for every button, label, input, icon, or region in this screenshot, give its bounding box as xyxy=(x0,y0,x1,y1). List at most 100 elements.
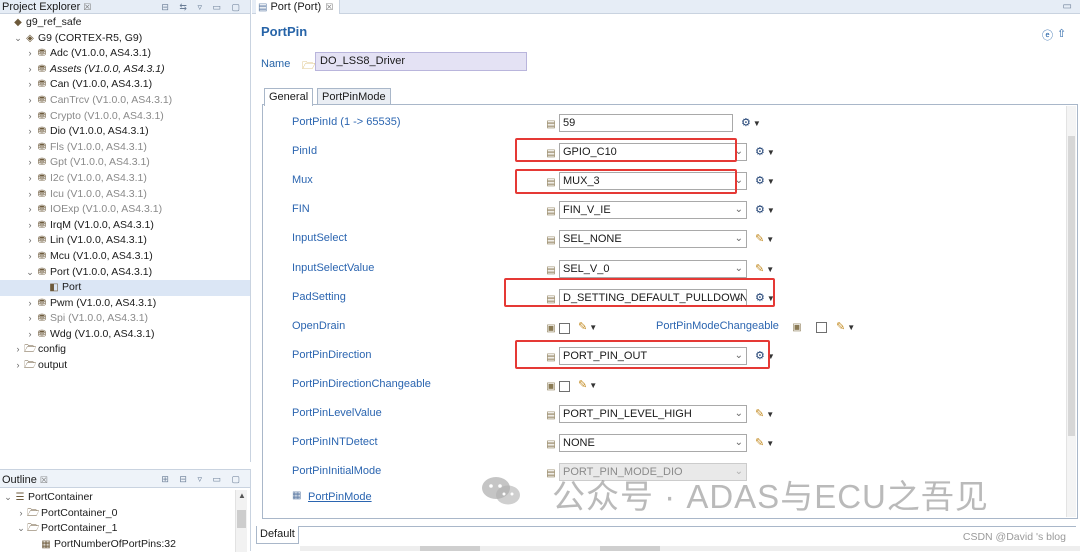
pe-item-lin-v1-0-0-as4-3-1[interactable]: › ⛃ Lin (V1.0.0, AS4.3.1) xyxy=(0,233,250,249)
pe-item-fls-v1-0-0-as4-3-1[interactable]: › ⛃ Fls (V1.0.0, AS4.3.1) xyxy=(0,140,250,156)
inputselectvalue-combo[interactable]: SEL_V_0 ⌄ xyxy=(559,259,747,278)
tab-portpinmode[interactable]: PortPinMode xyxy=(317,88,391,105)
outline-toolbar-icons[interactable]: ⊞ ⊟ ▿ ▭ ▢ xyxy=(161,472,244,486)
ol-item-portcontainer-1[interactable]: ⌄ 🗁 PortContainer_1 xyxy=(0,521,250,537)
horizontal-scrollbar[interactable] xyxy=(300,546,1080,551)
outline-tab[interactable]: Outline ☒ xyxy=(2,473,48,487)
portpinlevelvalue-combo[interactable]: PORT_PIN_LEVEL_HIGH ⌄ xyxy=(559,405,747,423)
pe-item-crypto-v1-0-0-as4-3-1[interactable]: › ⛃ Crypto (V1.0.0, AS4.3.1) xyxy=(0,109,250,125)
chevron-right-icon[interactable]: › xyxy=(25,93,35,109)
chevron-right-icon[interactable]: › xyxy=(25,46,35,62)
tab-default[interactable]: Default xyxy=(256,526,299,544)
ol-item-portcontainer[interactable]: ⌄ ☰ PortContainer xyxy=(0,490,250,506)
calculate-action-button[interactable]: ⚙ ▼ xyxy=(741,116,761,129)
portpindirectionchangeable-checkbox[interactable] xyxy=(559,380,570,392)
close-icon[interactable]: ☒ xyxy=(325,2,333,12)
chevron-right-icon[interactable]: › xyxy=(25,171,35,187)
close-icon[interactable]: ☒ xyxy=(83,2,91,12)
info-icon[interactable]: ⓔ xyxy=(1042,27,1053,43)
portpinintdetect-combo[interactable]: NONE ⌄ xyxy=(559,434,747,453)
edit-action-button[interactable]: ✎ ▼ xyxy=(578,378,597,391)
chevron-right-icon[interactable]: › xyxy=(25,233,35,249)
pe-item-icu-v1-0-0-as4-3-1[interactable]: › ⛃ Icu (V1.0.0, AS4.3.1) xyxy=(0,187,250,203)
panel-scrollbar[interactable] xyxy=(1066,106,1076,517)
chevron-down-icon[interactable]: ⌄ xyxy=(13,31,23,47)
pe-item-irqm-v1-0-0-as4-3-1[interactable]: › ⛃ IrqM (V1.0.0, AS4.3.1) xyxy=(0,218,250,234)
chevron-right-icon[interactable]: › xyxy=(25,187,35,203)
outline-view: Outline ☒ ⊞ ⊟ ▿ ▭ ▢ ⌄ ☰ PortContainer › 🗁 Port… xyxy=(0,469,251,552)
tab-general[interactable]: General xyxy=(264,88,314,106)
pe-item-g9-cortex-r5-g9[interactable]: ⌄ ◈ G9 (CORTEX-R5, G9) xyxy=(0,31,250,47)
home-icon[interactable]: ⇧ xyxy=(1057,27,1066,40)
chevron-right-icon[interactable]: › xyxy=(25,155,35,171)
pe-item-port-v1-0-0-as4-3-1[interactable]: ⌄ ⛃ Port (V1.0.0, AS4.3.1) xyxy=(0,265,250,281)
calculate-action-button[interactable]: ⚙ ▼ xyxy=(755,174,775,187)
pe-item-port[interactable]: ◧ Port xyxy=(0,280,250,296)
calculate-action-button[interactable]: ⚙ ▼ xyxy=(755,145,775,158)
opendrain-checkbox[interactable] xyxy=(559,322,570,334)
chevron-down-icon[interactable]: ⌄ xyxy=(735,202,743,218)
chevron-down-icon[interactable]: ⌄ xyxy=(735,231,743,247)
pe-item-output[interactable]: › 🗁 output xyxy=(0,358,250,374)
pe-item-mcu-v1-0-0-as4-3-1[interactable]: › ⛃ Mcu (V1.0.0, AS4.3.1) xyxy=(0,249,250,265)
pe-item-spi-v1-0-0-as4-3-1[interactable]: › ⛃ Spi (V1.0.0, AS4.3.1) xyxy=(0,311,250,327)
fin-combo[interactable]: FIN_V_IE ⌄ xyxy=(559,201,747,220)
chevron-right-icon[interactable]: › xyxy=(25,327,35,343)
edit-action-button[interactable]: ✎ ▼ xyxy=(755,262,774,275)
chevron-right-icon[interactable]: › xyxy=(25,218,35,234)
edit-action-button[interactable]: ✎ ▼ xyxy=(836,320,855,333)
pe-item-wdg-v1-0-0-as4-3-1[interactable]: › ⛃ Wdg (V1.0.0, AS4.3.1) xyxy=(0,327,250,343)
chevron-down-icon[interactable]: ⌄ xyxy=(735,261,743,277)
chevron-down-icon[interactable]: ⌄ xyxy=(16,521,26,537)
chevron-right-icon[interactable]: › xyxy=(13,358,23,374)
chevron-right-icon[interactable]: › xyxy=(25,140,35,156)
chevron-right-icon[interactable]: › xyxy=(25,296,35,312)
ol-item-portnumberofportpins-32[interactable]: ▦ PortNumberOfPortPins:32 xyxy=(0,537,250,552)
pe-item-dio-v1-0-0-as4-3-1[interactable]: › ⛃ Dio (V1.0.0, AS4.3.1) xyxy=(0,124,250,140)
pe-item-cantrcv-v1-0-0-as4-3-1[interactable]: › ⛃ CanTrcv (V1.0.0, AS4.3.1) xyxy=(0,93,250,109)
chevron-down-icon[interactable]: ⌄ xyxy=(3,490,13,506)
scroll-thumb[interactable] xyxy=(237,510,246,528)
portpinid-1-65535-field[interactable]: 59 xyxy=(559,114,733,132)
pe-item-config[interactable]: › 🗁 config xyxy=(0,342,250,358)
outline-scrollbar[interactable]: ▲ xyxy=(235,490,247,552)
chevron-down-icon[interactable]: ⌄ xyxy=(735,406,743,422)
pe-item-g9-ref-safe[interactable]: ◆ g9_ref_safe xyxy=(0,15,250,31)
view-toolbar-icons[interactable]: ⊟ ⇆ ▿ ▭ ▢ xyxy=(161,0,244,14)
pe-item-can-v1-0-0-as4-3-1[interactable]: › ⛃ Can (V1.0.0, AS4.3.1) xyxy=(0,77,250,93)
edit-action-button[interactable]: ✎ ▼ xyxy=(755,436,774,449)
chevron-right-icon[interactable]: › xyxy=(25,77,35,93)
portpinmode-link[interactable]: PortPinMode xyxy=(308,491,372,503)
chevron-down-icon[interactable]: ⌄ xyxy=(735,435,743,451)
scroll-up-icon[interactable]: ▲ xyxy=(236,490,248,502)
pe-item-ioexp-v1-0-0-as4-3-1[interactable]: › ⛃ IOExp (V1.0.0, AS4.3.1) xyxy=(0,202,250,218)
minimize-icon[interactable]: ▭ xyxy=(1063,0,1072,14)
pe-item-adc-v1-0-0-as4-3-1[interactable]: › ⛃ Adc (V1.0.0, AS4.3.1) xyxy=(0,46,250,62)
chevron-right-icon[interactable]: › xyxy=(13,342,23,358)
pe-item-pwm-v1-0-0-as4-3-1[interactable]: › ⛃ Pwm (V1.0.0, AS4.3.1) xyxy=(0,296,250,312)
scroll-thumb[interactable] xyxy=(1068,136,1075,436)
chevron-right-icon[interactable]: › xyxy=(25,202,35,218)
close-icon[interactable]: ☒ xyxy=(40,475,48,485)
pe-item-i2c-v1-0-0-as4-3-1[interactable]: › ⛃ I2c (V1.0.0, AS4.3.1) xyxy=(0,171,250,187)
chevron-right-icon[interactable]: › xyxy=(25,311,35,327)
param-label-inputselectvalue: InputSelectValue xyxy=(292,261,375,274)
edit-action-button[interactable]: ✎ ▼ xyxy=(755,407,774,420)
calculate-action-button[interactable]: ⚙ ▼ xyxy=(755,203,775,216)
project-explorer-tab[interactable]: Project Explorer ☒ xyxy=(2,0,91,14)
chevron-right-icon[interactable]: › xyxy=(25,62,35,78)
pe-item-gpt-v1-0-0-as4-3-1[interactable]: › ⛃ Gpt (V1.0.0, AS4.3.1) xyxy=(0,155,250,171)
editor-tab-port[interactable]: ▤ Port (Port) ☒ xyxy=(256,0,341,14)
inputselect-combo[interactable]: SEL_NONE ⌄ xyxy=(559,230,747,249)
edit-action-button[interactable]: ✎ ▼ xyxy=(578,320,597,333)
name-field[interactable]: DO_LSS8_Driver xyxy=(315,52,527,71)
pe-item-assets-v1-0-0-as4-3-1[interactable]: › ⛃ Assets (V1.0.0, AS4.3.1) xyxy=(0,62,250,78)
chevron-down-icon[interactable]: ⌄ xyxy=(25,265,35,281)
chevron-right-icon[interactable]: › xyxy=(16,506,26,522)
portpinmodechangeable-checkbox[interactable] xyxy=(816,322,827,333)
chevron-right-icon[interactable]: › xyxy=(25,124,35,140)
chevron-right-icon[interactable]: › xyxy=(25,249,35,265)
chevron-right-icon[interactable]: › xyxy=(25,109,35,125)
edit-action-button[interactable]: ✎ ▼ xyxy=(755,232,774,245)
ol-item-portcontainer-0[interactable]: › 🗁 PortContainer_0 xyxy=(0,506,250,522)
